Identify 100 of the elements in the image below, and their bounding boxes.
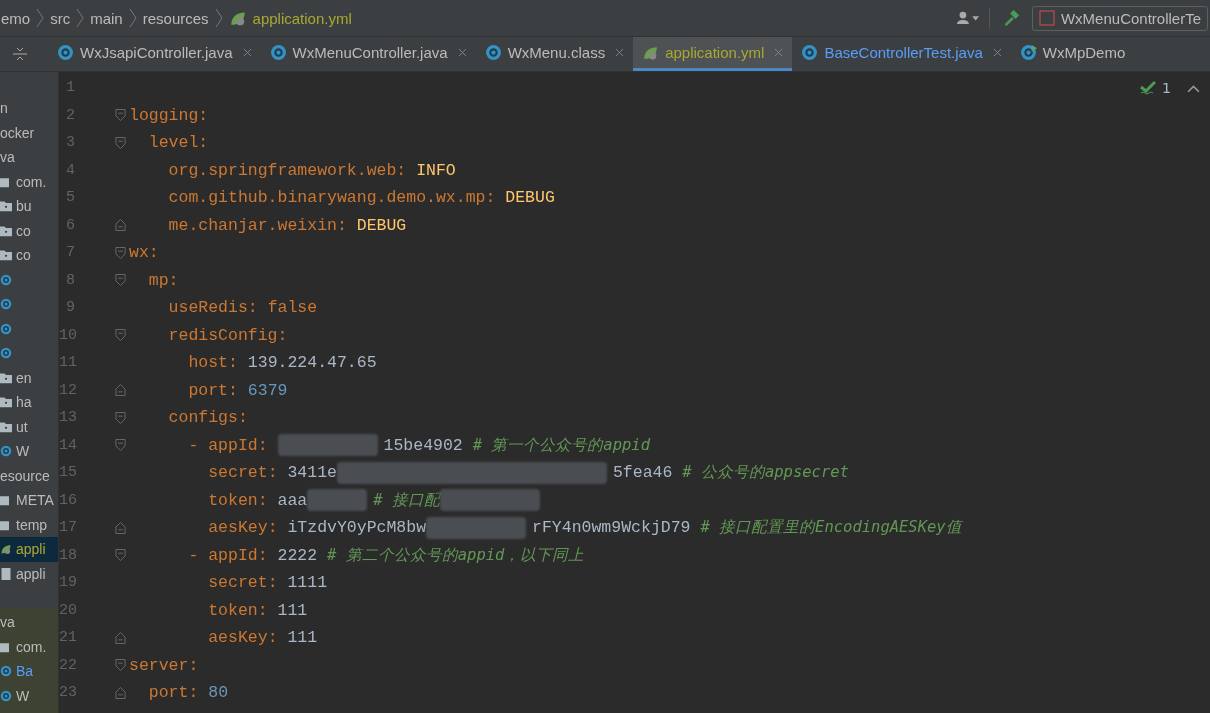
class-icon <box>0 445 12 458</box>
fold-icon[interactable] <box>115 383 126 398</box>
code-token: aesKey <box>207 518 268 538</box>
line-number: 4 <box>65 161 75 179</box>
tree-item[interactable]: co <box>16 222 31 239</box>
run-configuration-dropdown[interactable]: WxMenuControllerTe <box>1031 5 1208 31</box>
inspection-count[interactable]: 1 <box>1162 80 1171 96</box>
fold-icon[interactable] <box>115 218 126 233</box>
code-token: : <box>257 600 269 620</box>
fold-icon[interactable] <box>115 135 126 150</box>
class-icon <box>1019 44 1037 61</box>
editor-tab[interactable]: WxMenuController.java <box>260 37 476 71</box>
fold-icon[interactable] <box>115 273 126 288</box>
line-number: 9 <box>65 299 75 317</box>
spring-leaf-icon <box>228 9 247 27</box>
editor-tab[interactable]: application.yml <box>633 37 793 71</box>
tree-item[interactable]: ocker <box>0 124 35 141</box>
line-number: 15 <box>59 464 75 482</box>
fold-icon[interactable] <box>115 108 126 123</box>
tree-item[interactable]: ut <box>16 418 28 435</box>
code-token: appId <box>208 435 258 455</box>
fold-icon[interactable] <box>115 328 126 343</box>
class-icon <box>0 665 12 678</box>
fold-icon[interactable] <box>115 410 126 425</box>
close-icon[interactable] <box>615 48 625 57</box>
fold-icon[interactable] <box>115 245 126 260</box>
code-token: port <box>187 380 229 400</box>
code-token: # 接口配 <box>373 489 440 511</box>
code-token: iTzdvY0yPcM8bw <box>287 518 427 538</box>
tree-item[interactable]: W <box>16 687 30 704</box>
fold-icon[interactable] <box>115 438 126 453</box>
breadcrumb-item[interactable]: application.yml <box>252 9 352 27</box>
fold-icon[interactable] <box>115 548 126 563</box>
code-token: 80 <box>208 683 229 703</box>
code-token: # 接口配置里的EncodingAESKey值 <box>700 517 962 539</box>
code-token: 111 <box>277 600 308 620</box>
line-number: 7 <box>65 244 75 262</box>
tree-item[interactable]: co <box>16 247 31 264</box>
code-token: appId <box>208 545 258 565</box>
editor-tab[interactable]: WxMenu.class <box>475 37 634 71</box>
close-icon[interactable] <box>242 48 252 57</box>
editor-tab[interactable]: BaseControllerTest.java <box>792 37 1011 71</box>
code-token: # 第一个公众号的appid <box>472 434 650 456</box>
class-icon <box>484 44 502 61</box>
tree-item[interactable]: esource <box>0 467 50 484</box>
fold-icon[interactable] <box>115 520 126 535</box>
code-token: aaa <box>277 490 308 510</box>
tree-item[interactable]: en <box>16 369 32 386</box>
tree-item[interactable]: W <box>16 443 30 460</box>
line-number: 16 <box>59 491 75 509</box>
editor-tab[interactable]: WxMpDemo <box>1010 37 1135 71</box>
editor-tab[interactable]: WxJsapiController.java <box>48 37 261 71</box>
code-token: mp <box>147 270 169 290</box>
chevron-up-icon[interactable] <box>1187 83 1200 93</box>
breadcrumb-item[interactable]: resources <box>142 9 209 27</box>
code-token: 15be4902 <box>383 435 464 455</box>
tree-item[interactable]: va <box>0 614 15 631</box>
code-token: : <box>247 298 259 318</box>
code-token: me.chanjar.weixin <box>167 215 337 235</box>
fold-icon[interactable] <box>115 658 126 673</box>
code-token: 6379 <box>247 380 288 400</box>
code-token: : <box>168 270 179 290</box>
checkmark-icon[interactable] <box>1140 81 1157 95</box>
spring-leaf-icon <box>642 44 660 61</box>
tree-item[interactable]: com. <box>16 638 47 655</box>
code-token: 3411e <box>287 463 337 483</box>
line-number: 18 <box>59 546 75 564</box>
tree-item[interactable]: temp <box>16 516 48 533</box>
code-token: INFO <box>416 160 456 180</box>
breadcrumb-item[interactable]: emo <box>1 9 31 27</box>
class-icon <box>0 322 12 335</box>
close-icon[interactable] <box>992 48 1002 57</box>
collapse-icon[interactable] <box>12 46 28 62</box>
line-number: 1 <box>65 79 75 97</box>
code-token: : <box>148 243 159 263</box>
line-number: 23 <box>59 684 75 702</box>
code-token: : <box>267 573 279 593</box>
tree-item[interactable]: com. <box>16 173 47 190</box>
fold-icon[interactable] <box>115 630 126 645</box>
fold-icon[interactable] <box>115 685 126 700</box>
code-token: : <box>228 380 239 400</box>
code-token: server <box>129 655 189 675</box>
breadcrumb-item[interactable]: main <box>90 9 123 27</box>
code-token: token <box>207 600 258 620</box>
code-token: host <box>187 353 229 373</box>
close-icon[interactable] <box>774 48 784 57</box>
tree-item[interactable]: bu <box>16 198 32 215</box>
tree-item[interactable]: n <box>0 100 8 117</box>
close-icon[interactable] <box>457 48 467 57</box>
tree-item[interactable]: appli <box>16 565 46 582</box>
line-number: 13 <box>59 409 75 427</box>
tree-item[interactable]: META <box>16 492 54 509</box>
tree-item[interactable]: va <box>0 149 15 166</box>
chevron-icon <box>76 8 85 28</box>
code-token: : <box>267 463 279 483</box>
tree-item[interactable]: ha <box>16 394 32 411</box>
breadcrumb-item[interactable]: src <box>50 9 71 27</box>
user-icon[interactable] <box>956 9 979 27</box>
tree-item[interactable]: Ba <box>16 663 34 680</box>
code-token: 5fea46 <box>612 463 674 483</box>
